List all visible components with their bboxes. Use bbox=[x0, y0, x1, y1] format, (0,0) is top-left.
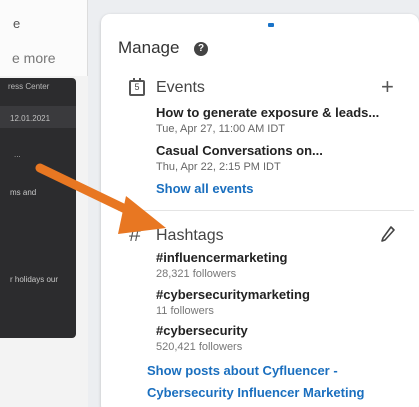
pencil-icon[interactable] bbox=[381, 226, 395, 242]
manage-title: Manage bbox=[118, 38, 180, 57]
see-more-link[interactable]: e more bbox=[12, 50, 56, 66]
hashtag-followers: 11 followers bbox=[156, 305, 214, 317]
hashtag-link[interactable]: #cybersecuritymarketing bbox=[156, 287, 310, 302]
events-heading[interactable]: Events bbox=[156, 79, 205, 97]
event-time: Tue, Apr 27, 11:00 AM IDT bbox=[156, 123, 286, 135]
calendar-icon: 5 bbox=[129, 78, 145, 96]
plus-icon[interactable]: + bbox=[381, 74, 394, 100]
show-posts-link[interactable]: Cybersecurity Influencer Marketing bbox=[147, 385, 364, 400]
question-circle-icon[interactable]: ? bbox=[194, 42, 208, 56]
snippet-text: ms and bbox=[10, 188, 37, 197]
event-time: Thu, Apr 22, 2:15 PM IDT bbox=[156, 161, 281, 173]
show-posts-link[interactable]: Show posts about Cyfluencer - bbox=[147, 363, 338, 378]
snippet-text: r holidays our bbox=[10, 275, 59, 284]
hashtag-link[interactable]: #influencermarketing bbox=[156, 250, 288, 265]
left-top-card: e e more bbox=[0, 0, 88, 76]
snippet-text: ... bbox=[14, 150, 21, 159]
event-title[interactable]: How to generate exposure & leads... bbox=[156, 105, 379, 120]
hashtag-followers: 28,321 followers bbox=[156, 268, 237, 280]
hashtag-link[interactable]: #cybersecurity bbox=[156, 323, 248, 338]
press-center-label: ress Center bbox=[8, 82, 50, 91]
date-label: 12.01.2021 bbox=[10, 114, 51, 123]
hashtag-followers: 520,421 followers bbox=[156, 341, 243, 353]
left-fragment-text: e bbox=[13, 16, 21, 31]
orange-arrow-annotation bbox=[35, 163, 166, 234]
top-accent-mark bbox=[268, 23, 274, 27]
event-title[interactable]: Casual Conversations on... bbox=[156, 143, 323, 158]
